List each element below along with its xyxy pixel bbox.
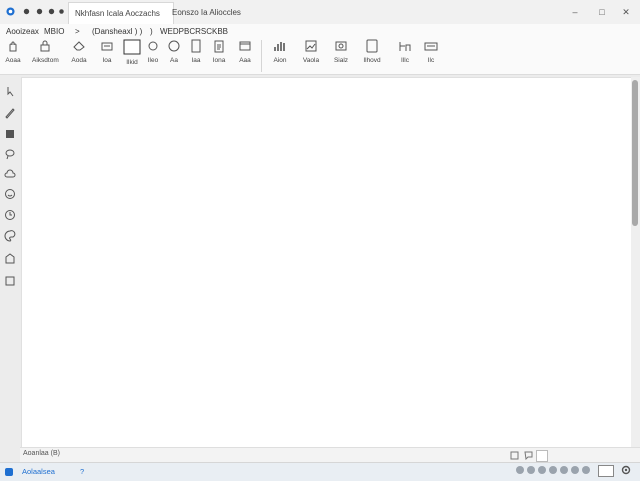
- chart-icon: [274, 42, 285, 51]
- grid-icon[interactable]: [510, 451, 519, 460]
- status-dot-icon[interactable]: [527, 466, 535, 474]
- tool-label: Aoda: [71, 57, 87, 64]
- tool-clipboard[interactable]: Iona: [206, 39, 232, 71]
- note-icon[interactable]: [524, 451, 533, 460]
- tool-label: Ilc: [427, 57, 435, 64]
- square-icon[interactable]: [4, 275, 16, 287]
- status-dot-icon[interactable]: [560, 466, 568, 474]
- status-dot-icon[interactable]: [571, 466, 579, 474]
- tool-label: Iona: [212, 57, 226, 64]
- lasso-icon[interactable]: [4, 148, 16, 160]
- dot-icon[interactable]: [35, 7, 44, 16]
- scrollbar-thumb[interactable]: [632, 80, 638, 226]
- cloud-icon[interactable]: [4, 168, 16, 180]
- status-dot-icon[interactable]: [582, 466, 590, 474]
- tool-image[interactable]: Vaola: [298, 39, 324, 71]
- image-icon: [305, 40, 317, 52]
- circle-icon: [148, 41, 158, 51]
- breadcrumb-item[interactable]: Aooizeax: [6, 27, 39, 36]
- tool-label: Vaola: [302, 57, 320, 64]
- checkbox[interactable]: [536, 450, 548, 462]
- tool-label: Ilhovd: [363, 57, 381, 64]
- smile-icon[interactable]: [4, 188, 16, 200]
- page-indicator[interactable]: Aoanlaa (B): [23, 450, 60, 457]
- tool-window[interactable]: Aaa: [232, 39, 258, 71]
- status-dot-icon[interactable]: [549, 466, 557, 474]
- tool-bars[interactable]: Illc: [392, 39, 418, 71]
- window-icon: [239, 41, 251, 51]
- breadcrumb-item[interactable]: WEDPBCRSCKBB: [160, 27, 228, 36]
- tab-label: Nkhfasn Icala Aoczachs: [75, 9, 160, 18]
- bars-icon: [399, 42, 411, 51]
- breadcrumb-item[interactable]: (Dansheaxl ) ): [92, 27, 142, 36]
- tool-text-box[interactable]: Ioa: [94, 39, 120, 71]
- media-icon: [335, 41, 347, 51]
- breadcrumb-separator: ): [150, 27, 153, 36]
- tool-label: Illc: [401, 57, 409, 64]
- clipboard-icon: [214, 40, 224, 53]
- building-icon[interactable]: [4, 127, 16, 139]
- tool-label: Aoaa: [5, 57, 21, 64]
- maximize-button[interactable]: □: [592, 4, 612, 20]
- pointer-icon[interactable]: [4, 86, 16, 98]
- page-strip: Aoanlaa (B): [20, 447, 640, 463]
- status-dot-icon[interactable]: [538, 466, 546, 474]
- record-icon[interactable]: [22, 7, 31, 16]
- tool-label: Sialz: [333, 57, 349, 64]
- app-logo-icon: [6, 7, 15, 16]
- tool-eraser[interactable]: Aoda: [66, 39, 92, 71]
- tool-label: Aaa: [239, 57, 251, 64]
- ribbon-toolbar: Aooizeax MBIO > (Dansheaxl ) ) ) WEDPBCR…: [0, 24, 640, 75]
- lock-icon: [40, 40, 50, 52]
- hand-icon: [9, 41, 17, 52]
- breadcrumb-item[interactable]: MBIO: [44, 27, 64, 36]
- tool-chart[interactable]: Aion: [267, 39, 293, 71]
- title-bar: Nkhfasn Icala Aoczachs Eonszo Ia Alioccl…: [0, 0, 640, 25]
- shape-icon[interactable]: [4, 253, 16, 265]
- dot-icon[interactable]: [57, 7, 66, 16]
- ribbon-divider: [261, 40, 262, 72]
- dot-icon[interactable]: [47, 7, 56, 16]
- breadcrumb-separator: >: [75, 27, 80, 36]
- tab-label: Eonszo Ia Alioccles: [172, 8, 241, 17]
- tool-media[interactable]: Sialz: [328, 39, 354, 71]
- help-icon[interactable]: ?: [80, 467, 84, 476]
- tool-lock[interactable]: Aiksdtom: [32, 39, 59, 71]
- view-toggle-button[interactable]: [598, 465, 614, 477]
- drawing-canvas[interactable]: [21, 77, 632, 449]
- eraser-icon: [73, 41, 85, 51]
- status-dot-icon[interactable]: [516, 466, 524, 474]
- tool-keyboard[interactable]: Ilc: [418, 39, 444, 71]
- page-icon: [191, 39, 201, 53]
- rectangle-icon: [123, 39, 141, 55]
- tab-second[interactable]: Eonszo Ia Alioccles: [166, 2, 247, 24]
- text-box-icon: [101, 42, 113, 51]
- minimize-button[interactable]: –: [565, 4, 585, 20]
- tool-label: Aiksdtom: [32, 57, 59, 64]
- tool-frame[interactable]: Ilhovd: [359, 39, 385, 71]
- status-text: Aolaalsea: [22, 467, 55, 476]
- frame-icon: [366, 39, 378, 53]
- tool-hand[interactable]: Aoaa: [0, 39, 26, 71]
- left-toolbar: [0, 75, 20, 447]
- tab-document[interactable]: Nkhfasn Icala Aoczachs: [68, 2, 174, 25]
- keyboard-icon: [424, 42, 438, 51]
- circle-outline-icon: [168, 40, 180, 52]
- tool-label: Ioa: [102, 57, 112, 64]
- pen-icon[interactable]: [4, 107, 16, 119]
- settings-icon[interactable]: [620, 464, 632, 476]
- tool-label: Aion: [273, 57, 287, 64]
- palette-icon[interactable]: [4, 230, 16, 242]
- close-button[interactable]: ✕: [616, 4, 636, 20]
- clock-icon[interactable]: [4, 209, 16, 221]
- app-status-icon: [5, 468, 13, 476]
